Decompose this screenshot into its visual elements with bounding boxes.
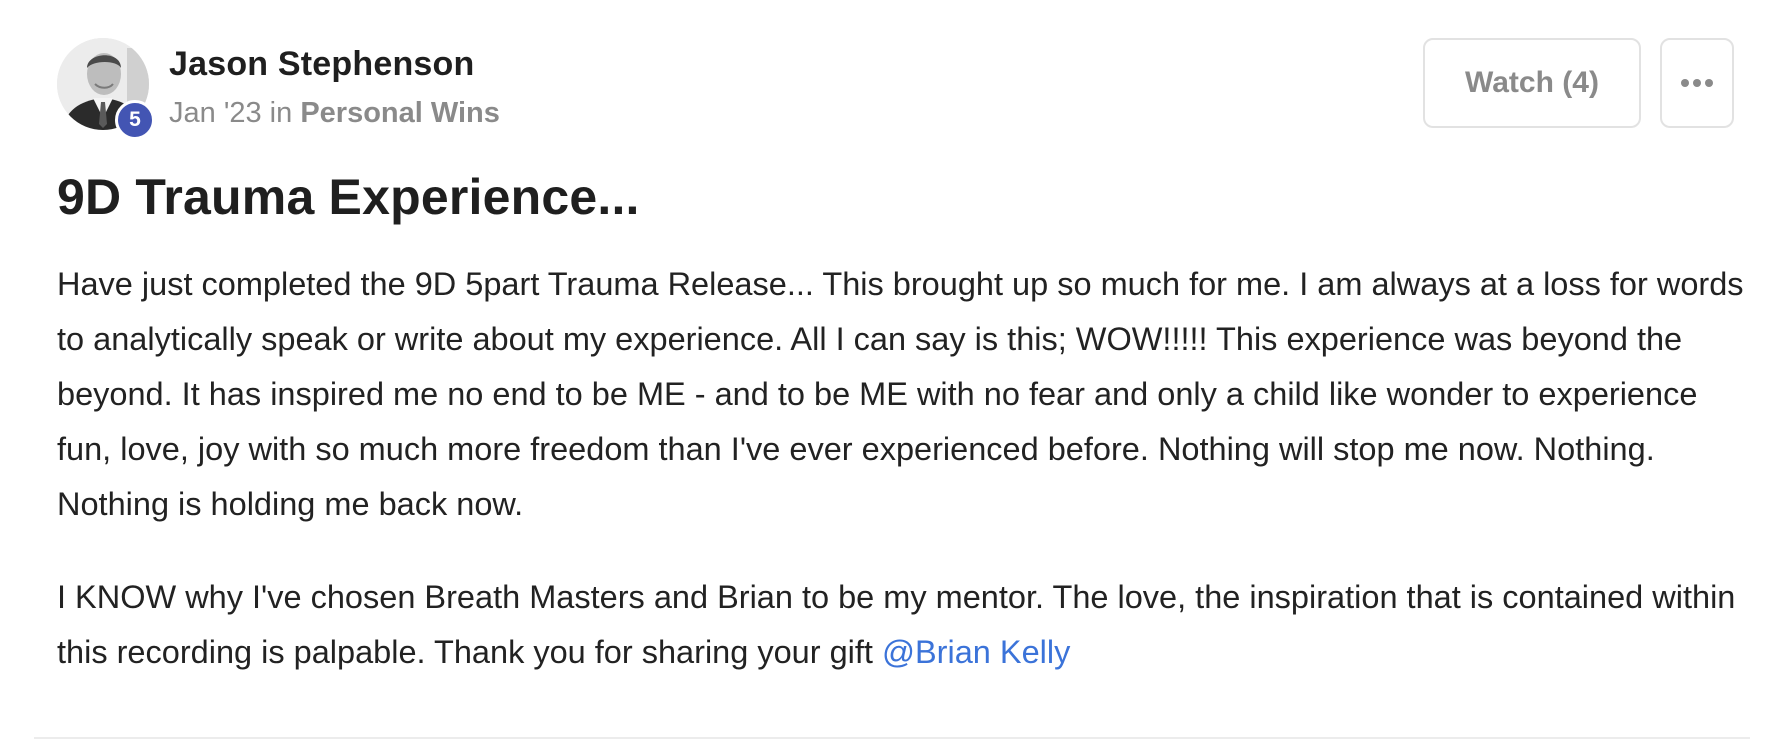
category-link[interactable]: Personal Wins [300, 97, 500, 129]
author-name[interactable]: Jason Stephenson [169, 44, 500, 84]
author-avatar-wrapper[interactable]: 5 [57, 38, 155, 140]
mention-link[interactable]: @Brian Kelly [882, 634, 1070, 670]
post-paragraph-2: I KNOW why I've chosen Breath Masters an… [57, 570, 1747, 680]
ellipsis-icon [1681, 79, 1713, 87]
watch-button[interactable]: Watch (4) [1423, 38, 1641, 128]
in-label: in [269, 97, 293, 129]
post-body: Have just completed the 9D 5part Trauma … [57, 257, 1747, 680]
post-title: 9D Trauma Experience... [57, 169, 640, 225]
level-badge: 5 [115, 100, 155, 140]
post-card: 5 Jason Stephenson Jan '23 in Personal W… [0, 0, 1784, 739]
post-subline: Jan '23 in Personal Wins [169, 96, 500, 130]
post-date: Jan '23 [169, 97, 262, 129]
post-header: 5 Jason Stephenson Jan '23 in Personal W… [57, 38, 500, 140]
more-options-button[interactable] [1660, 38, 1734, 128]
post-meta: Jason Stephenson Jan '23 in Personal Win… [169, 38, 500, 130]
post-actions: Watch (4) [1423, 38, 1734, 128]
post-paragraph-1: Have just completed the 9D 5part Trauma … [57, 266, 1744, 522]
